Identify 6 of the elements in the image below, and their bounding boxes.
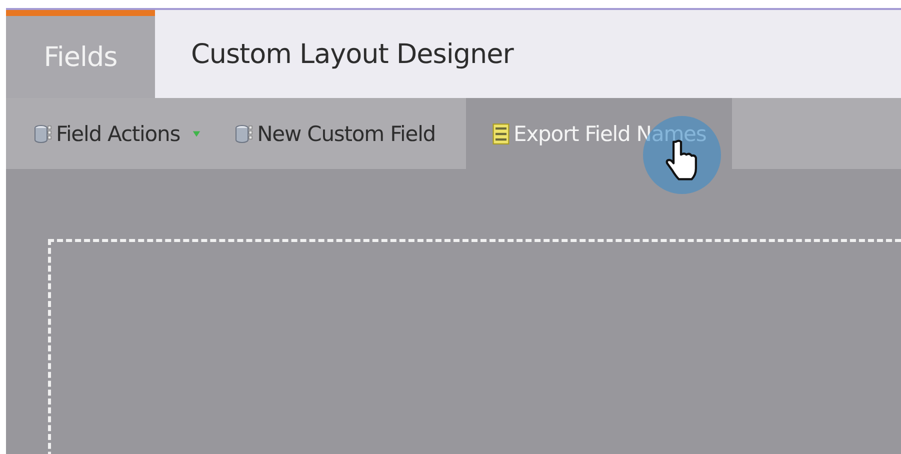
spreadsheet-icon [492, 122, 510, 144]
database-icon [235, 122, 254, 144]
database-icon [34, 122, 52, 144]
tab[interactable]: Custom Layout Designer [155, 10, 550, 98]
toolbar-button[interactable]: New Custom Field [231, 98, 466, 169]
toolbar-button[interactable]: Field Actions [30, 98, 232, 169]
